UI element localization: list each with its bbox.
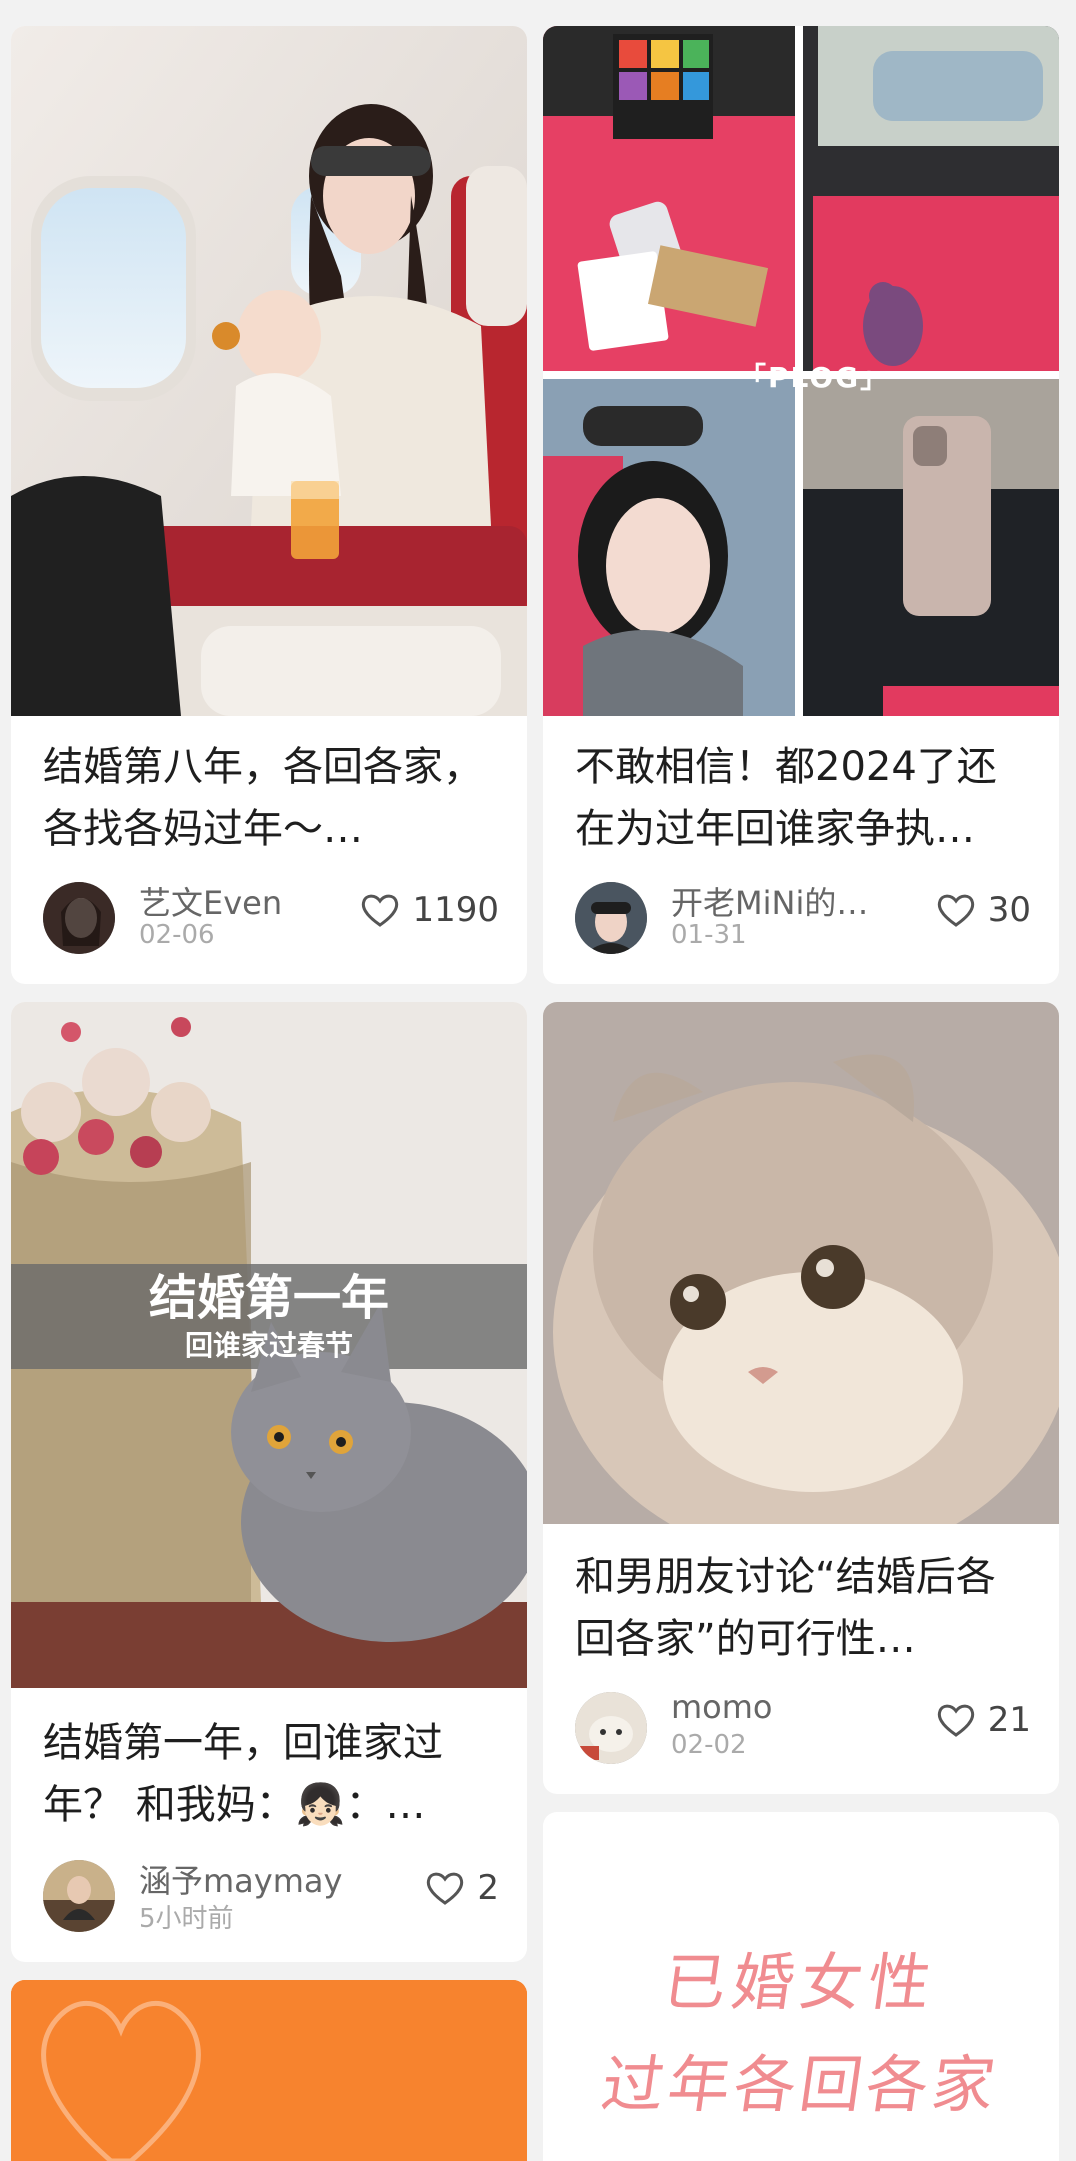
note-card[interactable]: 结婚第一年 回谁家过春节 结婚第一年，回谁家过年？ 和我妈：👧🏻：… 涵予may…	[11, 1002, 527, 1962]
note-cover-image[interactable]: 结婚第一年 回谁家过春节	[11, 1002, 527, 1688]
like-count: 21	[987, 1700, 1031, 1740]
avatar-image	[575, 1692, 647, 1764]
like-button[interactable]: 30	[936, 890, 1031, 930]
like-count: 2	[477, 1868, 499, 1908]
avatar-image	[43, 1860, 115, 1932]
heart-icon	[362, 894, 399, 927]
note-cover-image[interactable]	[11, 1980, 527, 2161]
heart-icon	[937, 1704, 974, 1737]
cat-meme-photo	[543, 1002, 1059, 1524]
note-title[interactable]: 结婚第八年，各回各家，各找各妈过年～…	[43, 736, 499, 860]
avatar-image	[43, 882, 115, 954]
note-card[interactable]: 「PLOG」 不敢相信！都2024了还在为过年回谁家争执… 开老MiNi的… 0…	[543, 26, 1059, 984]
image-caption-title: 结婚第一年	[148, 1270, 389, 1326]
image-handwriting-line1: 已婚女性	[659, 1946, 942, 2019]
note-card[interactable]: 已婚女性 过年各回各家	[543, 1812, 1059, 2161]
note-cover-image[interactable]: 「PLOG」	[543, 26, 1059, 716]
post-date: 02-06	[139, 920, 215, 950]
airplane-photo	[11, 26, 527, 716]
note-meta: 开老MiNi的… 01-31 30	[575, 882, 1031, 954]
image-caption: 「PLOG」	[738, 361, 891, 394]
note-title[interactable]: 和男朋友讨论“结婚后各回各家”的可行性…	[575, 1546, 1031, 1670]
author-avatar[interactable]	[575, 1692, 647, 1764]
note-cover-image[interactable]	[543, 1002, 1059, 1524]
post-date: 01-31	[671, 920, 747, 950]
like-button[interactable]: 2	[425, 1868, 499, 1908]
author-name[interactable]: 涵予maymay	[139, 1856, 379, 1902]
like-count: 1190	[412, 890, 499, 930]
like-button[interactable]: 1190	[360, 890, 499, 930]
note-card[interactable]: 结婚第八年，各回各家，各找各妈过年～… 艺文Even 02-06 1190	[11, 26, 527, 984]
author-avatar[interactable]	[43, 882, 115, 954]
note-card[interactable]: 和男朋友讨论“结婚后各回各家”的可行性… momo 02-02 21	[543, 1002, 1059, 1794]
like-count: 30	[987, 890, 1031, 930]
note-cover-image[interactable]: 已婚女性 过年各回各家	[543, 1812, 1059, 2161]
note-meta: 涵予maymay 5小时前 2	[43, 1860, 499, 1934]
author-name[interactable]: momo	[671, 1688, 911, 1726]
heart-graphic-icon	[11, 1980, 527, 2161]
image-handwriting-line2: 过年各回各家	[597, 2048, 1004, 2121]
note-title[interactable]: 结婚第一年，回谁家过年？ 和我妈：👧🏻：…	[43, 1712, 499, 1836]
heart-icon	[427, 1872, 464, 1905]
author-avatar[interactable]	[575, 882, 647, 954]
note-title[interactable]: 不敢相信！都2024了还在为过年回谁家争执…	[575, 736, 1031, 860]
note-cover-image[interactable]	[11, 26, 527, 716]
author-avatar[interactable]	[43, 1860, 115, 1932]
author-name[interactable]: 艺文Even	[139, 878, 379, 924]
post-date: 02-02	[671, 1730, 747, 1760]
note-meta: 艺文Even 02-06 1190	[43, 882, 499, 954]
post-date: 5小时前	[139, 1904, 234, 1934]
author-name[interactable]: 开老MiNi的…	[671, 878, 911, 924]
heart-icon	[937, 894, 974, 927]
note-card[interactable]	[11, 1980, 527, 2161]
like-button[interactable]: 21	[936, 1700, 1031, 1740]
image-caption-subtitle: 回谁家过春节	[184, 1329, 353, 1362]
avatar-image	[575, 882, 647, 954]
note-meta: momo 02-02 21	[575, 1688, 1031, 1764]
